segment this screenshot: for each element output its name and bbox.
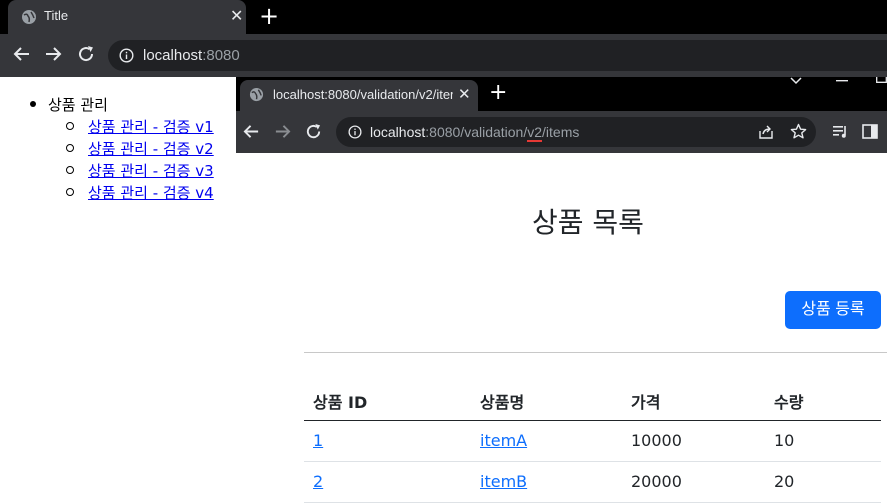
register-item-button[interactable]: 상품 등록 <box>785 291 881 329</box>
bookmark-star-icon[interactable] <box>790 123 807 140</box>
forward-arrow-icon[interactable] <box>44 45 62 63</box>
item-id-link[interactable]: 2 <box>313 472 323 491</box>
reload-icon[interactable] <box>77 45 95 63</box>
browser-toolbar: localhost:8080/validation/v2/items <box>236 111 887 153</box>
browser-toolbar: localhost:8080 <box>0 34 887 77</box>
maximize-icon[interactable] <box>876 77 887 83</box>
menu-label: 상품 관리 <box>48 96 108 114</box>
side-panel-icon[interactable] <box>862 124 878 139</box>
table-row: 2 itemB 20000 20 <box>304 462 881 503</box>
address-bar[interactable]: localhost:8080 <box>108 40 887 71</box>
table-row: 1 itemA 10000 10 <box>304 421 881 462</box>
url-text: localhost:8080 <box>143 47 240 64</box>
divider <box>304 352 887 353</box>
circle-bullet-icon <box>66 144 74 152</box>
menu-link-v2[interactable]: 상품 관리 - 검증 v2 <box>88 138 214 159</box>
menu-link-v4[interactable]: 상품 관리 - 검증 v4 <box>88 182 214 203</box>
globe-icon <box>22 10 36 24</box>
item-quantity: 10 <box>774 431 795 450</box>
chevron-down-icon[interactable] <box>790 77 802 85</box>
menu-link-v3[interactable]: 상품 관리 - 검증 v3 <box>88 160 214 181</box>
menu-link-v1[interactable]: 상품 관리 - 검증 v1 <box>88 116 214 137</box>
tab-title: Title <box>44 8 69 23</box>
circle-bullet-icon <box>66 166 74 174</box>
close-tab-icon[interactable]: ✕ <box>458 84 471 104</box>
front-browser-window: localhost:8080/validation/v2/items ✕ + l… <box>236 77 887 503</box>
share-icon[interactable] <box>758 124 774 140</box>
reload-icon[interactable] <box>305 123 322 140</box>
item-id-link[interactable]: 1 <box>313 431 323 450</box>
bullet-icon <box>30 101 36 107</box>
table-header-row: 상품 ID 상품명 가격 수량 <box>304 387 881 421</box>
header-price: 가격 <box>631 393 661 412</box>
tab-title: localhost:8080/validation/v2/items <box>273 87 453 102</box>
back-arrow-icon[interactable] <box>13 45 31 63</box>
browser-tab-items[interactable]: localhost:8080/validation/v2/items ✕ <box>240 80 478 111</box>
circle-bullet-icon <box>66 122 74 130</box>
new-tab-button[interactable]: + <box>259 3 279 29</box>
circle-bullet-icon <box>66 188 74 196</box>
header-item-id: 상품 ID <box>313 393 368 412</box>
browser-tab-title[interactable]: Title ✕ <box>8 0 246 34</box>
spellcheck-underline: v2 <box>527 124 543 142</box>
tab-strip: Title ✕ + <box>0 0 887 34</box>
header-quantity: 수량 <box>774 393 804 412</box>
info-icon[interactable] <box>119 48 134 63</box>
item-price: 10000 <box>631 431 682 450</box>
close-tab-icon[interactable]: ✕ <box>230 6 243 26</box>
media-controls-icon[interactable] <box>832 124 849 139</box>
forward-arrow-icon[interactable] <box>274 123 291 140</box>
item-name-link[interactable]: itemA <box>480 431 527 450</box>
item-list-page: 상품 목록 상품 등록 상품 ID 상품명 가격 수량 1 itemA 1000… <box>236 153 887 503</box>
url-text: localhost:8080/validation/v2/items <box>370 124 580 142</box>
item-name-link[interactable]: itemB <box>480 472 527 491</box>
item-quantity: 20 <box>774 472 795 491</box>
tab-strip: localhost:8080/validation/v2/items ✕ + <box>236 77 887 111</box>
address-bar[interactable]: localhost:8080/validation/v2/items <box>336 117 816 147</box>
page-title: 상품 목록 <box>532 206 644 239</box>
globe-icon <box>249 87 264 102</box>
header-item-name: 상품명 <box>480 393 525 412</box>
minimize-icon[interactable] <box>836 79 848 83</box>
new-tab-button[interactable]: + <box>489 81 507 105</box>
info-icon[interactable] <box>348 125 362 139</box>
back-arrow-icon[interactable] <box>243 123 260 140</box>
item-price: 20000 <box>631 472 682 491</box>
